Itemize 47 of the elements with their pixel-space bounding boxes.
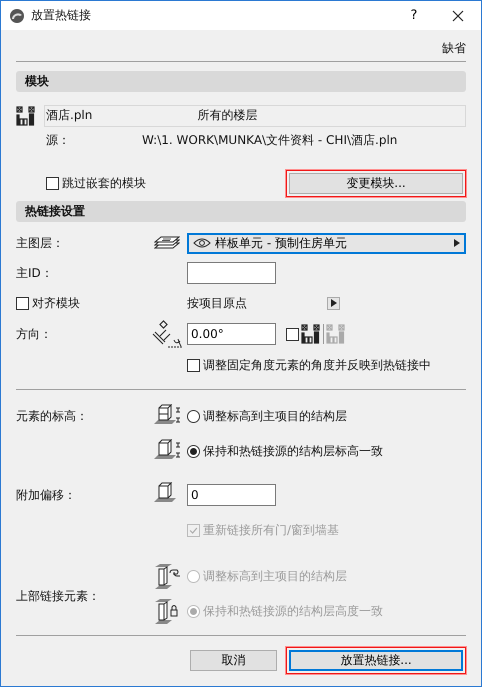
building-icon (326, 324, 346, 344)
field-label: 方向： (16, 326, 53, 342)
align-option-text: 按项目原点 (187, 294, 248, 312)
section-header: 热链接设置 (16, 201, 466, 222)
field-label: 主ID： (16, 264, 54, 282)
cancel-button[interactable]: 取消 (190, 650, 277, 671)
checkbox-label: 跳过嵌套的模块 (62, 174, 146, 192)
id-input-field[interactable] (187, 262, 276, 284)
field-label: 元素的标高： (16, 408, 89, 425)
radio-label: 保持和热链接源的结构层标高一致 (203, 443, 383, 460)
checkbox[interactable] (16, 296, 29, 310)
angle-input-field[interactable]: 0.00° (187, 323, 276, 345)
field-label: 上部链接元素： (16, 588, 101, 604)
offset-input-field[interactable]: 0 (187, 484, 276, 506)
arrow-right-icon (330, 299, 336, 307)
radio-label: 保持和热链接源的结构层高度一致 (203, 603, 383, 620)
checkbox-label: 调整固定角度元素的角度并反映到热链接中 (203, 356, 431, 374)
defaults-link[interactable]: 缺省 (442, 40, 466, 57)
radio-label: 调整标高到主项目的结构层 (203, 408, 347, 425)
radio-button[interactable] (187, 410, 200, 423)
arrow-right-icon (454, 239, 460, 247)
source-label: 源： (46, 132, 70, 148)
section-header: 模块 (16, 71, 466, 92)
close-icon (452, 10, 464, 22)
app-logo-icon (9, 8, 25, 24)
source-path: W:\1. WORK\MUNKA\文件资料 - CHI\酒店.pln (142, 132, 398, 148)
radio-label: 调整标高到主项目的结构层 (203, 568, 347, 585)
building-icon (301, 324, 321, 344)
window-title: 放置热链接 (31, 7, 92, 24)
file-name: 酒店.pln (46, 107, 92, 124)
place-hotlink-button[interactable]: 放置热链接... (289, 650, 463, 671)
checkbox[interactable] (46, 176, 59, 190)
radio-button[interactable] (187, 445, 200, 458)
change-module-button[interactable]: 变更模块... (289, 172, 463, 194)
checkbox-label: 对齐模块 (32, 294, 80, 312)
field-label: 主图层： (16, 234, 65, 252)
help-button[interactable]: ? (393, 1, 435, 30)
building-icon (16, 106, 36, 126)
option-arrow-button[interactable] (327, 296, 340, 310)
rotation-angle-icon (150, 319, 184, 349)
field-label: 附加偏移： (16, 486, 77, 504)
eye-icon (193, 237, 211, 249)
layer-dropdown[interactable]: 样板单元 - 预制住房单元 (187, 232, 466, 254)
stories-text: 所有的楼层 (197, 107, 258, 124)
checkbox-label: 重新链接所有门/窗到墙基 (203, 522, 340, 538)
checkbox[interactable] (187, 358, 200, 372)
checkbox[interactable] (286, 328, 299, 340)
